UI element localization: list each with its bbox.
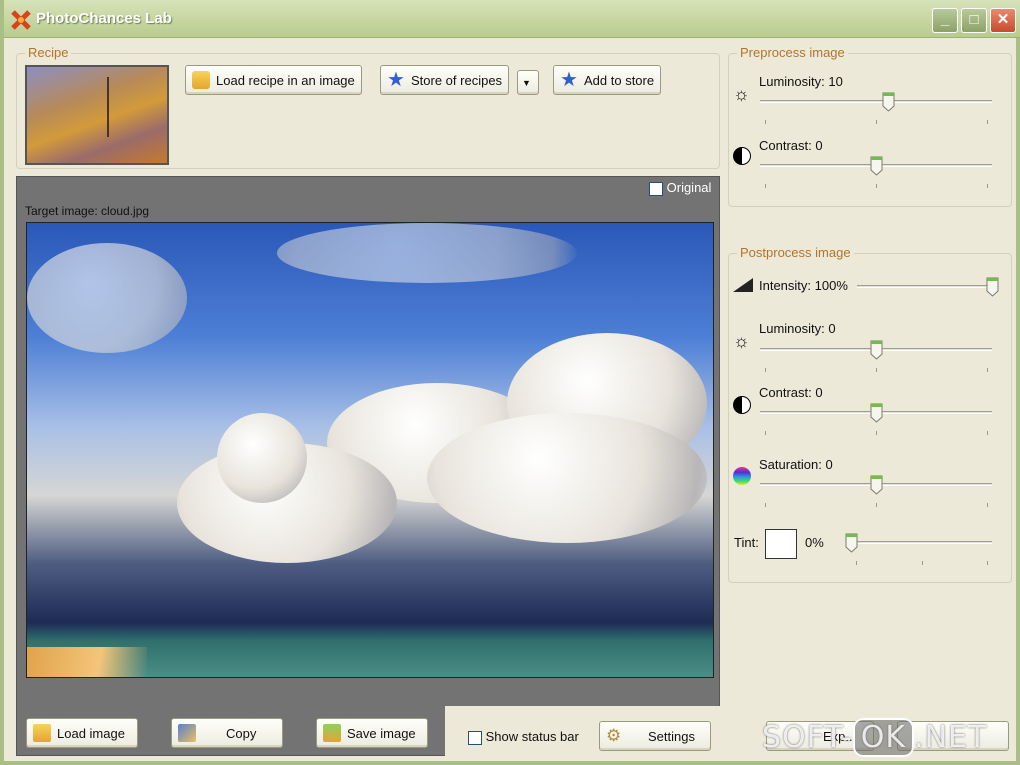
copy-icon [178, 724, 196, 742]
slider-thumb[interactable] [845, 533, 858, 553]
slider-track[interactable] [857, 285, 992, 288]
slider-thumb[interactable] [882, 92, 895, 112]
contrast-icon [733, 147, 751, 165]
slider-tick [876, 120, 877, 124]
add-store-label: Add to store [584, 72, 655, 88]
slider-thumb[interactable] [870, 340, 883, 360]
title-bar: PhotoChances Lab _ □ ✕ [4, 0, 1020, 38]
postprocess-label: Postprocess image [737, 245, 854, 260]
store-of-recipes-button[interactable]: ★ Store of recipes [380, 65, 510, 95]
pre-luminosity-label: Luminosity: 10 [759, 74, 843, 89]
save-image-label: Save image [347, 725, 416, 741]
save-image-button[interactable]: Save image [316, 718, 428, 748]
slider-tick [856, 561, 857, 565]
slider-tick [876, 368, 877, 372]
slider-tick [765, 184, 766, 188]
slider-thumb[interactable] [870, 156, 883, 176]
sun-icon: ☼ [733, 331, 750, 351]
slider-tick [987, 368, 988, 372]
load-image-label: Load image [57, 725, 125, 741]
recipe-group-label: Recipe [25, 45, 72, 60]
slider-thumb[interactable] [986, 277, 999, 297]
show-status-bar-checkbox[interactable]: Show status bar [468, 729, 579, 745]
save-icon [323, 724, 341, 742]
slider-tick [921, 561, 923, 565]
load-recipe-label: Load recipe in an image [216, 72, 355, 88]
star-add-icon: ★ [560, 69, 578, 91]
slider-tick [987, 184, 988, 188]
saturation-label: Saturation: 0 [759, 457, 833, 472]
target-image [26, 222, 714, 678]
load-image-button[interactable]: Load image [26, 718, 138, 748]
folder-heart-icon [192, 71, 210, 89]
tint-value-label: 0% [805, 535, 824, 550]
tint-color-swatch[interactable] [765, 529, 797, 559]
slider-track[interactable] [851, 541, 992, 544]
slider-tick [765, 120, 766, 124]
saturation-icon [733, 467, 751, 485]
app-logo-icon [11, 10, 31, 30]
settings-label: Settings [648, 728, 695, 744]
target-image-label: Target image: cloud.jpg [25, 204, 150, 218]
slider-tick [987, 120, 988, 124]
gear-icon: ⚙ [606, 726, 622, 745]
chevron-down-icon: ▼ [522, 77, 531, 88]
store-label: Store of recipes [411, 72, 503, 88]
original-label: Original [666, 180, 712, 195]
copy-label: Copy [226, 725, 257, 741]
load-recipe-button[interactable]: Load recipe in an image [185, 65, 362, 95]
slider-tick [876, 503, 877, 507]
pre-contrast-label: Contrast: 0 [759, 138, 823, 153]
post-luminosity-label: Luminosity: 0 [759, 321, 836, 336]
watermark: SOFT- OK .NET [762, 718, 988, 757]
store-dropdown-button[interactable]: ▼ [517, 70, 539, 95]
folder-icon [33, 724, 51, 742]
show-status-label: Show status bar [485, 729, 579, 744]
slider-tick [765, 431, 766, 435]
original-check-box[interactable] [649, 181, 663, 196]
slider-track[interactable] [760, 100, 992, 103]
original-checkbox[interactable]: Original [649, 180, 711, 196]
window-title: PhotoChances Lab [36, 10, 172, 27]
app-window: PhotoChances Lab _ □ ✕ Recipe Load recip… [0, 0, 1020, 765]
copy-button[interactable]: Copy [171, 718, 283, 748]
intensity-label: Intensity: 100% [759, 278, 848, 293]
contrast-icon [733, 396, 751, 414]
intensity-icon [733, 278, 753, 292]
slider-tick [987, 561, 988, 565]
maximize-button[interactable]: □ [961, 8, 987, 33]
slider-tick [876, 431, 877, 435]
star-icon: ★ [387, 69, 405, 91]
add-to-store-button[interactable]: ★ Add to store [553, 65, 662, 95]
slider-tick [987, 503, 988, 507]
preprocess-label: Preprocess image [737, 45, 848, 60]
close-button[interactable]: ✕ [990, 8, 1016, 33]
status-check-box[interactable] [468, 730, 482, 745]
minimize-button[interactable]: _ [932, 8, 958, 33]
post-contrast-label: Contrast: 0 [759, 385, 823, 400]
slider-tick [876, 184, 877, 188]
slider-tick [987, 431, 988, 435]
slider-thumb[interactable] [870, 475, 883, 495]
slider-tick [765, 368, 766, 372]
tint-label: Tint: [734, 535, 759, 550]
slider-tick [765, 503, 766, 507]
sun-icon: ☼ [733, 84, 750, 104]
slider-thumb[interactable] [870, 403, 883, 423]
recipe-thumbnail[interactable] [25, 65, 169, 165]
settings-button[interactable]: ⚙ Settings [599, 721, 711, 751]
